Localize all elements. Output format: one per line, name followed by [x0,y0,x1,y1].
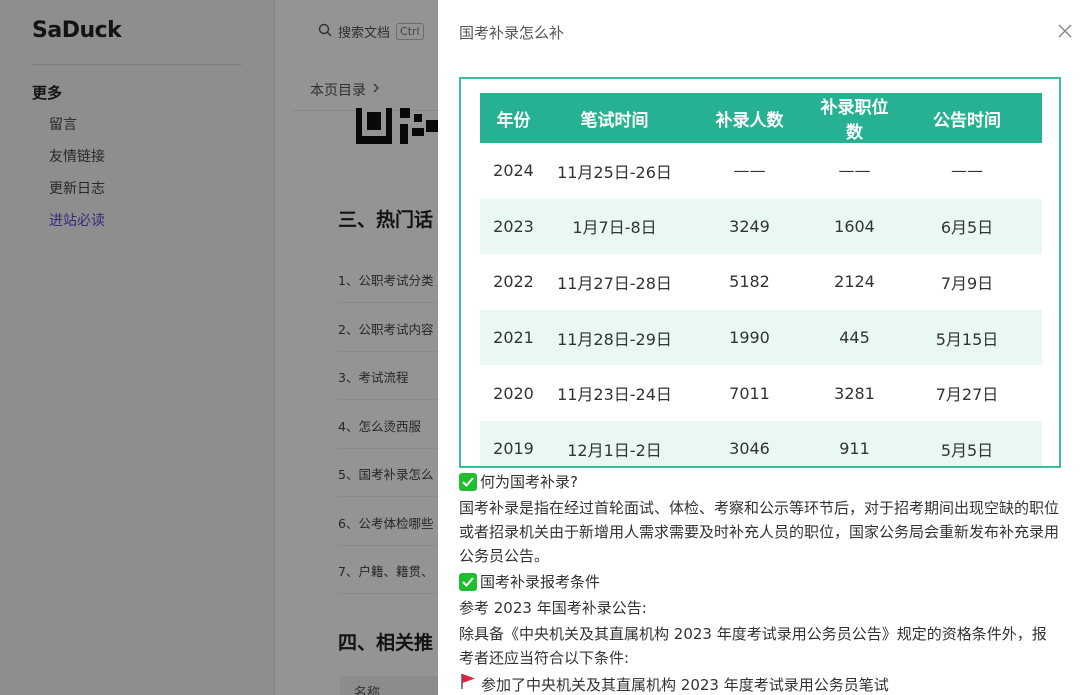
table-cell: 2022 [493,272,534,292]
table-row: 2021 11月28日-29日 1990 445 5月15日 [480,309,1042,366]
subheading-what-is: 何为国考补录? [459,470,1059,494]
table-cell: 445 [817,309,892,366]
bullet-line: 参加了中央机关及其直属机构 2023 年度考试录用公务员笔试 [459,672,1059,695]
check-mark-icon [459,573,477,591]
column-header-exam-date: 笔试时间 [547,93,682,143]
paragraph: 除具备《中央机关及其直属机构 2023 年度考试录用公务员公告》规定的资格条件外… [459,625,1047,667]
column-header-year: 年份 [480,93,547,143]
table-cell: 12月1日-2日 [547,420,682,466]
table-row: 2024 11月25日-26日 —— —— —— [480,143,1042,199]
table-cell: —— [951,161,983,181]
table-cell: —— [733,161,766,181]
table-row: 2020 11月23日-24日 7011 3281 7月27日 [480,365,1042,421]
table-cell: 6月5日 [892,198,1042,255]
table-cell: 2021 [480,309,547,366]
table-cell: 911 [817,420,892,466]
table-cell: 11月28日-29日 [547,309,682,366]
table-cell: 7月27日 [935,385,999,405]
close-button[interactable] [1056,22,1074,40]
table-header-row: 年份 笔试时间 补录人数 补录职位数 公告时间 [480,93,1042,143]
table-row: 2019 12月1日-2日 3046 911 5月5日 [480,420,1042,466]
table-cell: 11月27日-28日 [557,273,672,293]
table-cell: 11月25日-26日 [557,162,672,182]
table-cell: 2124 [834,272,875,292]
table-cell: 1990 [682,309,817,366]
article-drawer: 国考补录怎么补 年份 笔试时间 补录人数 补录职位数 公告时间 2024 11月… [438,0,1080,695]
table-cell: 2024 [493,161,534,181]
table-cell: 5182 [729,272,770,292]
column-header-announce-date: 公告时间 [892,93,1042,143]
table-cell: 3281 [834,383,875,403]
red-flag-icon [459,672,477,695]
subheading-conditions: 国考补录报考条件 [459,570,1059,594]
table-cell: 2020 [493,383,534,403]
column-header-recruit-count: 补录人数 [682,93,817,143]
paragraph: 国考补录是指在经过首轮面试、体检、考察和公示等环节后，对于招考期间出现空缺的职位… [459,499,1060,565]
subheading-text: 何为国考补录? [480,473,578,491]
table-cell: 11月23日-24日 [557,385,672,405]
table-cell: 1604 [817,198,892,255]
column-header-position-count: 补录职位数 [817,93,892,143]
recruitment-table: 年份 笔试时间 补录人数 补录职位数 公告时间 2024 11月25日-26日 … [480,93,1042,466]
supplementary-recruitment-table-image: 年份 笔试时间 补录人数 补录职位数 公告时间 2024 11月25日-26日 … [459,77,1061,468]
table-cell: 5月15日 [892,309,1042,366]
table-cell: —— [838,161,871,181]
table-cell: 5月5日 [892,420,1042,466]
table-cell: 1月7日-8日 [547,198,682,255]
close-icon [1058,24,1072,38]
table-row: 2022 11月27日-28日 5182 2124 7月9日 [480,254,1042,310]
table-cell: 7月9日 [940,273,994,293]
bullet-text: 参加了中央机关及其直属机构 2023 年度考试录用公务员笔试 [481,675,889,694]
paragraph: 参考 2023 年国考补录公告: [459,599,647,617]
table-cell: 3046 [682,420,817,466]
table-row: 2023 1月7日-8日 3249 1604 6月5日 [480,198,1042,255]
table-cell: 7011 [729,383,770,403]
drawer-title: 国考补录怎么补 [459,24,565,42]
subheading-text: 国考补录报考条件 [480,573,601,591]
check-mark-icon [459,473,477,491]
table-cell: 2023 [480,198,547,255]
article-body: 何为国考补录? 国考补录是指在经过首轮面试、体检、考察和公示等环节后，对于招考期… [459,470,1059,695]
table-cell: 3249 [682,198,817,255]
table-cell: 2019 [480,420,547,466]
